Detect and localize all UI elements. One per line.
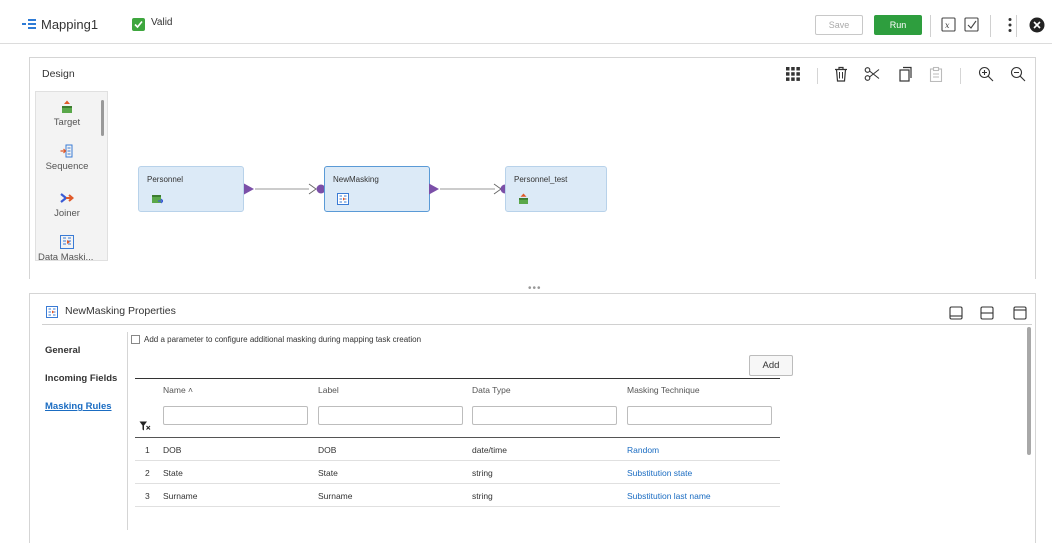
cell-name: Surname: [163, 491, 198, 501]
valid-check-icon: [132, 18, 145, 31]
nav-incoming-fields[interactable]: Incoming Fields: [45, 373, 125, 384]
cell-label: DOB: [318, 445, 337, 455]
column-header-label[interactable]: Label: [318, 385, 339, 395]
top-bar: Mapping1 Valid Save Run x: [0, 0, 1052, 44]
row-number: 1: [145, 445, 150, 455]
cell-masking-technique[interactable]: Substitution last name: [627, 491, 711, 501]
panel-split-icon[interactable]: [980, 306, 994, 320]
add-rule-button[interactable]: Add: [749, 355, 793, 376]
data-masking-icon: [337, 193, 349, 205]
validate-icon[interactable]: [963, 16, 981, 34]
save-button[interactable]: Save: [815, 15, 863, 35]
target-icon: [519, 193, 528, 204]
node-personnel-source[interactable]: Personnel: [138, 166, 244, 212]
cell-label: Surname: [318, 491, 353, 501]
function-icon[interactable]: x: [940, 16, 958, 34]
data-masking-icon: [46, 306, 58, 318]
node-label: Personnel: [147, 175, 184, 184]
node-personnel-test-target[interactable]: Personnel_test: [505, 166, 607, 212]
nav-general[interactable]: General: [45, 345, 125, 356]
add-parameter-checkbox[interactable]: [131, 335, 140, 344]
design-panel: Design Target Sequence Joiner Data Maski…: [29, 57, 1036, 279]
cell-data-type: date/time: [472, 445, 507, 455]
properties-title: NewMasking Properties: [65, 305, 176, 317]
panel-maximize-icon[interactable]: [1013, 306, 1027, 320]
cell-masking-technique[interactable]: Substitution state: [627, 468, 692, 478]
mapping-title: Mapping1: [41, 17, 99, 32]
column-header-name[interactable]: Name ˄: [163, 385, 193, 395]
add-parameter-label: Add a parameter to configure additional …: [144, 335, 422, 344]
node-newmasking[interactable]: NewMasking: [324, 166, 430, 212]
filter-masking-technique-input[interactable]: [627, 406, 772, 425]
node-label: NewMasking: [333, 175, 379, 184]
run-button[interactable]: Run: [874, 15, 922, 35]
row-number: 2: [145, 468, 150, 478]
column-header-data-type[interactable]: Data Type: [472, 385, 511, 395]
column-header-masking-technique[interactable]: Masking Technique: [627, 385, 700, 395]
toolbar-divider: [1016, 15, 1017, 37]
cell-data-type: string: [472, 491, 493, 501]
properties-scrollbar[interactable]: [1027, 327, 1031, 455]
nav-masking-rules[interactable]: Masking Rules: [45, 401, 125, 412]
node-label: Personnel_test: [514, 175, 568, 184]
cell-masking-technique[interactable]: Random: [627, 445, 659, 455]
mapping-icon: [22, 19, 36, 29]
properties-divider: [42, 324, 1032, 325]
cell-name: DOB: [163, 445, 182, 455]
filter-label-input[interactable]: [318, 406, 463, 425]
close-circle-icon[interactable]: [1028, 16, 1046, 34]
output-port[interactable]: [243, 183, 255, 195]
panel-minimize-icon[interactable]: [949, 306, 963, 320]
cell-data-type: string: [472, 468, 493, 478]
clear-filter-icon[interactable]: [139, 421, 151, 432]
nav-divider: [127, 332, 128, 530]
cell-label: State: [318, 468, 338, 478]
table-row[interactable]: 2 State State string Substitution state: [135, 461, 780, 484]
cell-name: State: [163, 468, 183, 478]
toolbar-divider: [990, 15, 991, 37]
source-icon: [152, 195, 163, 204]
properties-panel: NewMasking Properties General Incoming F…: [29, 293, 1036, 543]
row-number: 3: [145, 491, 150, 501]
toolbar-divider: [930, 15, 931, 37]
validation-status: Valid: [151, 17, 173, 28]
table-row[interactable]: 1 DOB DOB date/time Random: [135, 438, 780, 461]
grid-top-border: [135, 378, 780, 379]
filter-name-input[interactable]: [163, 406, 308, 425]
output-port[interactable]: [428, 183, 440, 195]
filter-data-type-input[interactable]: [472, 406, 617, 425]
svg-text:x: x: [945, 21, 950, 30]
table-row[interactable]: 3 Surname Surname string Substitution la…: [135, 484, 780, 507]
